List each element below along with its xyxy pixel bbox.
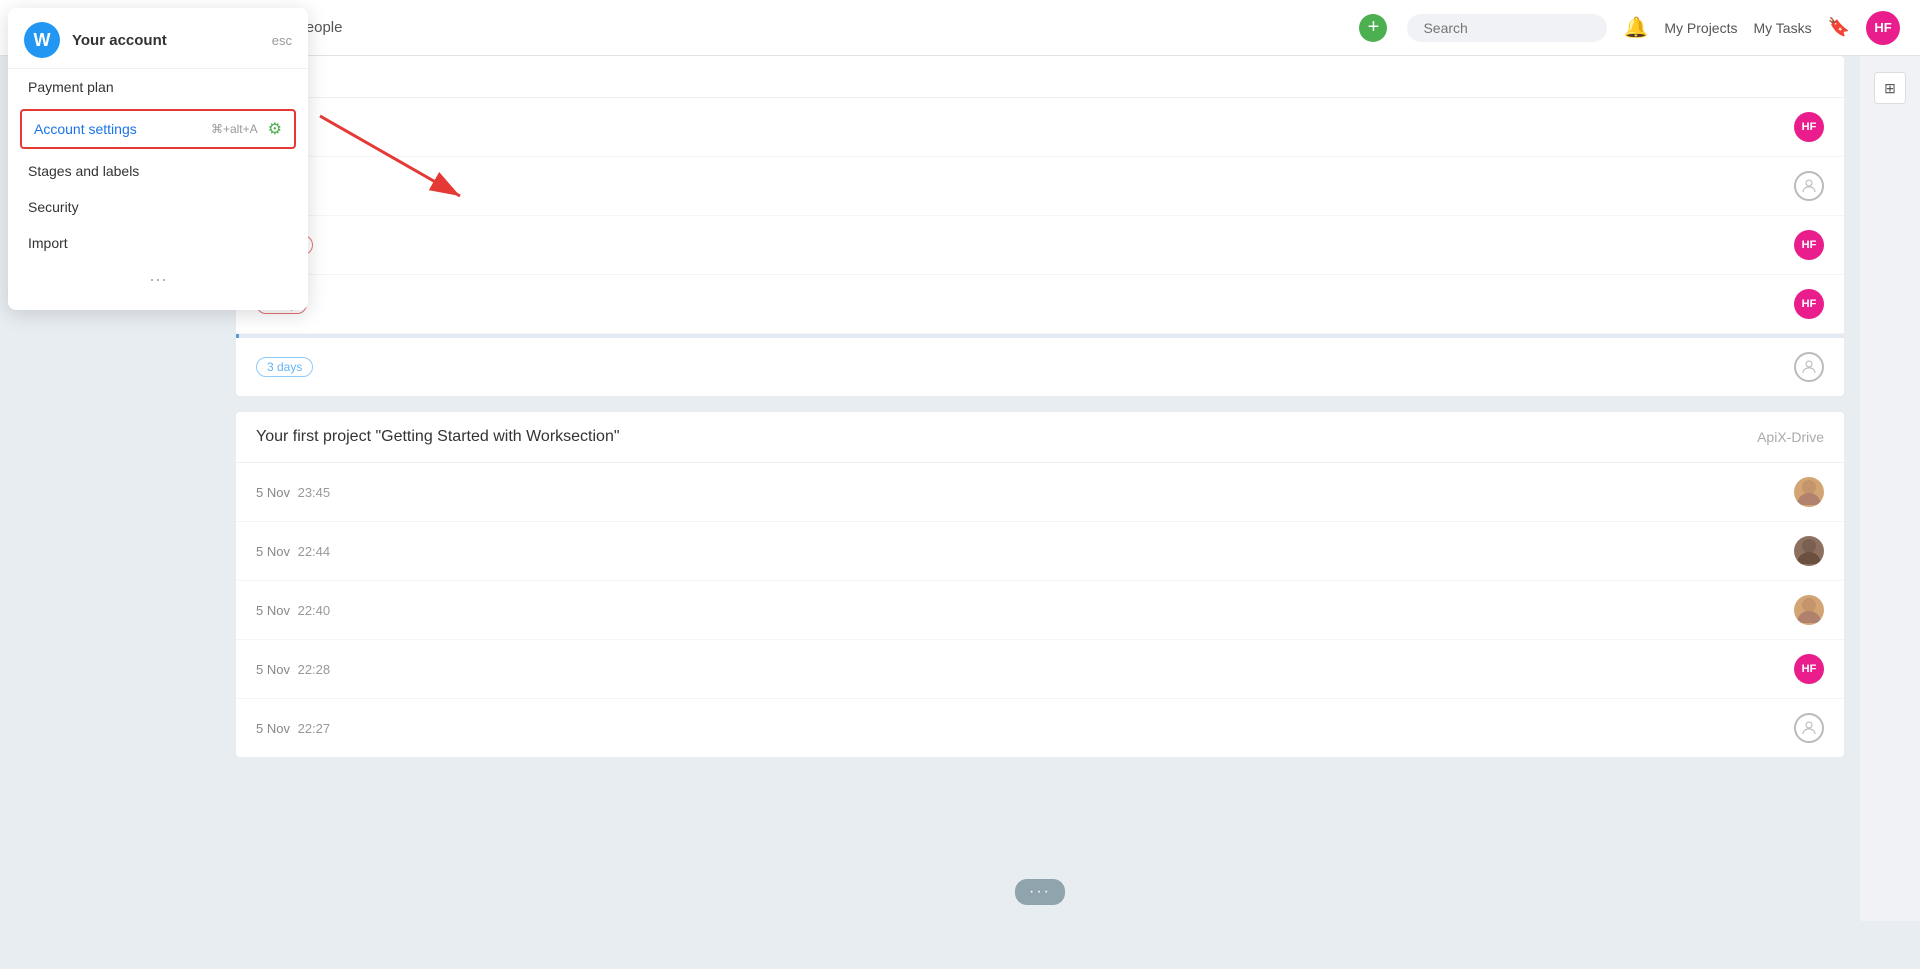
activity-time-val: 22:27 — [298, 721, 331, 736]
dropdown-logo: W — [24, 22, 60, 58]
dropdown-item-payment[interactable]: Payment plan — [8, 69, 308, 105]
topbar-right: + 🔔 My Projects My Tasks 🔖 HF — [1359, 11, 1900, 45]
dropdown-item-label: Stages and labels — [28, 163, 139, 179]
avatar-placeholder — [1794, 171, 1824, 201]
right-panel: ⊞ — [1860, 56, 1920, 921]
activity-date: 5 Nov — [256, 485, 290, 500]
dropdown-item-import[interactable]: Import — [8, 225, 308, 261]
days-badge: 3 days — [256, 357, 313, 377]
activity-date: 5 Nov — [256, 721, 290, 736]
bookmark-icon[interactable]: 🔖 — [1828, 17, 1850, 38]
table-row: days — [236, 157, 1844, 216]
my-tasks-link[interactable]: My Tasks — [1753, 20, 1811, 36]
activity-date: 5 Nov — [256, 603, 290, 618]
avatar: HF — [1794, 112, 1824, 142]
activity-time: 5 Nov 22:40 — [256, 603, 1794, 618]
avatar-placeholder — [1794, 713, 1824, 743]
table-row: 1 day HF — [236, 275, 1844, 334]
dropdown-header: W Your account esc — [8, 8, 308, 69]
search-input[interactable] — [1407, 14, 1607, 42]
activity-time-val: 22:28 — [298, 662, 331, 677]
project-section: Your first project "Getting Started with… — [236, 412, 1844, 757]
table-row: 5 Nov 22:28 HF — [236, 640, 1844, 699]
activity-time: 5 Nov 22:28 — [256, 662, 1794, 677]
activity-date: 5 Nov — [256, 544, 290, 559]
activity-time-val: 22:40 — [298, 603, 331, 618]
activity-time-val: 22:44 — [298, 544, 331, 559]
dropdown-item-security[interactable]: Security — [8, 189, 308, 225]
activity-time: 5 Nov 22:44 — [256, 544, 1794, 559]
dropdown-item-label: Payment plan — [28, 79, 114, 95]
table-row: 5 Nov 23:45 — [236, 463, 1844, 522]
activity-time-val: 23:45 — [298, 485, 331, 500]
avatar — [1794, 477, 1824, 507]
project-title: Your first project "Getting Started with… — [256, 428, 620, 446]
section-header: Activity — [236, 56, 1844, 98]
bottom-dots-button[interactable]: ··· — [1015, 879, 1065, 905]
dropdown-item-label: Import — [28, 235, 68, 251]
avatar-placeholder — [1794, 352, 1824, 382]
right-panel-toggle[interactable]: ⊞ — [1874, 72, 1906, 104]
user-avatar[interactable]: HF — [1866, 11, 1900, 45]
table-row: 5 Nov 22:40 — [236, 581, 1844, 640]
dropdown-esc[interactable]: esc — [272, 33, 292, 48]
avatar: HF — [1794, 230, 1824, 260]
dropdown-item-label: Account settings — [34, 121, 137, 137]
avatar — [1794, 536, 1824, 566]
avatar: HF — [1794, 654, 1824, 684]
shortcut-label: ⌘+alt+A ⚙ — [211, 119, 282, 139]
dropdown-item-label: Security — [28, 199, 79, 215]
bell-icon[interactable]: 🔔 — [1623, 15, 1648, 40]
my-projects-link[interactable]: My Projects — [1664, 20, 1737, 36]
gear-icon: ⚙ — [268, 119, 282, 139]
dropdown-title: Your account — [72, 32, 272, 49]
dropdown-more-dots[interactable]: ··· — [8, 261, 308, 298]
table-row: 5 Nov 22:44 — [236, 522, 1844, 581]
dropdown-item-stages[interactable]: Stages and labels — [8, 153, 308, 189]
activity-time: 5 Nov 23:45 — [256, 485, 1794, 500]
account-dropdown: W Your account esc Payment plan Account … — [8, 8, 308, 310]
activity-section: Activity days HF days 4 days HF 1 day — [236, 56, 1844, 396]
project-subtitle: ApiX-Drive — [1757, 429, 1824, 445]
content-area: Activity days HF days 4 days HF 1 day — [220, 56, 1860, 921]
table-row: 5 Nov 22:27 — [236, 699, 1844, 757]
add-button[interactable]: + — [1359, 14, 1387, 42]
activity-time: 5 Nov 22:27 — [256, 721, 1794, 736]
dropdown-item-account-settings[interactable]: Account settings ⌘+alt+A ⚙ — [20, 109, 296, 149]
avatar — [1794, 595, 1824, 625]
table-row: days HF — [236, 98, 1844, 157]
activity-date: 5 Nov — [256, 662, 290, 677]
project-header: Your first project "Getting Started with… — [236, 412, 1844, 463]
table-row: 3 days — [236, 338, 1844, 396]
avatar: HF — [1794, 289, 1824, 319]
table-row: 4 days HF — [236, 216, 1844, 275]
